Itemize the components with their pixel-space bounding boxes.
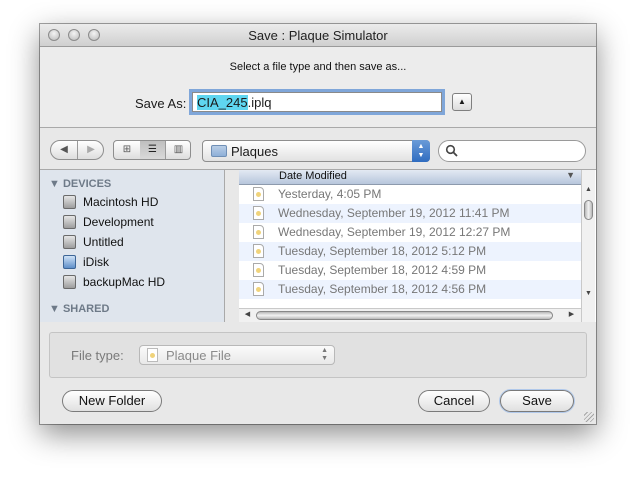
hard-drive-icon xyxy=(63,275,76,289)
file-type-box: File type: Plaque File ▲ ▼ xyxy=(49,332,587,378)
list-view-button[interactable]: ☰ xyxy=(140,141,166,159)
column-view-button[interactable]: ▥ xyxy=(166,141,190,159)
list-item[interactable]: Yesterday, 4:05 PM xyxy=(239,185,581,204)
list-item[interactable]: Tuesday, September 18, 2012 4:56 PM xyxy=(239,280,581,299)
sidebar-scrollbar[interactable]: ▲ ▼ xyxy=(224,170,225,322)
list-item-date: Tuesday, September 18, 2012 5:12 PM xyxy=(278,244,487,258)
collapse-panel-button[interactable]: ▲ xyxy=(452,93,472,111)
list-vertical-scroll-thumb[interactable] xyxy=(584,200,593,220)
title-bar: Save : Plaque Simulator xyxy=(40,24,596,47)
hard-drive-icon xyxy=(63,235,76,249)
forward-arrow-icon: ▶ xyxy=(87,144,95,155)
popup-arrows-icon: ▲ ▼ xyxy=(321,347,328,362)
columns-icon: ▥ xyxy=(173,144,184,155)
devices-header[interactable]: ▼ DEVICES xyxy=(49,178,111,190)
cancel-button[interactable]: Cancel xyxy=(418,390,490,412)
plaque-file-icon xyxy=(147,348,158,362)
browser-toolbar: ◀ ▶ ⊞ ☰ ▥ Plaques ▲ ▼ xyxy=(40,128,596,164)
back-arrow-icon: ◀ xyxy=(60,144,68,155)
list-icon: ☰ xyxy=(148,144,157,155)
list-item-date: Tuesday, September 18, 2012 4:59 PM xyxy=(278,263,487,277)
filename-selected-text: CIA_245 xyxy=(197,95,248,110)
shared-header[interactable]: ▼ SHARED xyxy=(49,303,109,315)
scroll-up-arrow-icon[interactable]: ▲ xyxy=(582,186,595,193)
shared-header-label: SHARED xyxy=(62,303,110,315)
new-folder-button[interactable]: New Folder xyxy=(62,390,162,412)
folder-icon xyxy=(211,145,227,157)
save-as-pane: Select a file type and then save as... S… xyxy=(40,47,596,128)
sidebar-item-label: Development xyxy=(83,215,154,229)
sidebar-item-label: backupMac HD xyxy=(83,275,166,289)
hard-drive-icon xyxy=(63,215,76,229)
sidebar-item-label: Untitled xyxy=(83,235,124,249)
file-type-popup[interactable]: Plaque File ▲ ▼ xyxy=(139,345,335,365)
date-modified-column-header[interactable]: Date Modified xyxy=(279,170,347,182)
instruction-text: Select a file type and then save as... xyxy=(229,61,407,73)
location-label: Plaques xyxy=(231,144,278,159)
list-item[interactable]: Tuesday, September 18, 2012 4:59 PM xyxy=(239,261,581,280)
search-field[interactable] xyxy=(438,140,586,162)
sidebar: ▼ DEVICES Macintosh HD Development Untit… xyxy=(40,170,225,322)
scroll-left-arrow-icon[interactable]: ◀ xyxy=(241,310,254,318)
resize-grip-icon[interactable] xyxy=(584,412,594,422)
location-popup[interactable]: Plaques ▲ ▼ xyxy=(202,140,430,162)
filename-field[interactable]: CIA_245.iplq xyxy=(192,92,442,112)
list-item[interactable]: Tuesday, September 18, 2012 5:12 PM xyxy=(239,242,581,261)
idisk-icon xyxy=(63,255,76,269)
list-item-date: Yesterday, 4:05 PM xyxy=(278,187,382,201)
sort-chevron-icon: ▼ xyxy=(566,170,575,180)
search-icon xyxy=(445,144,458,157)
save-dialog: Save : Plaque Simulator Select a file ty… xyxy=(40,24,596,424)
list-item-date: Wednesday, September 19, 2012 12:27 PM xyxy=(278,225,511,239)
list-horizontal-scrollbar[interactable]: ◀ ▶ xyxy=(239,308,581,322)
triangle-up-icon: ▲ xyxy=(458,97,466,106)
icon-view-button[interactable]: ⊞ xyxy=(114,141,141,159)
list-item-date: Wednesday, September 19, 2012 11:41 PM xyxy=(278,206,510,220)
filename-extension: .iplq xyxy=(247,95,272,110)
forward-button[interactable]: ▶ xyxy=(78,141,103,159)
plaque-file-icon xyxy=(253,244,264,258)
window-title: Save : Plaque Simulator xyxy=(248,28,388,43)
scroll-down-arrow-icon[interactable]: ▼ xyxy=(582,290,595,297)
plaque-file-icon xyxy=(253,263,264,277)
popup-arrows-icon: ▲ ▼ xyxy=(412,140,430,162)
grid-icon: ⊞ xyxy=(122,144,132,155)
list-vertical-scrollbar[interactable]: ▲ ▼ xyxy=(581,170,595,322)
list-item-date: Tuesday, September 18, 2012 4:56 PM xyxy=(278,282,487,296)
list-header: Date Modified ▼ xyxy=(239,170,581,185)
save-as-label: Save As: xyxy=(135,96,187,111)
file-browser: ▼ DEVICES Macintosh HD Development Untit… xyxy=(40,169,596,322)
plaque-file-icon xyxy=(253,206,264,220)
view-mode-control: ⊞ ☰ ▥ xyxy=(113,140,191,160)
sidebar-item-label: Macintosh HD xyxy=(83,195,159,209)
sidebar-item-label: iDisk xyxy=(83,255,109,269)
scroll-right-arrow-icon[interactable]: ▶ xyxy=(565,310,578,318)
file-type-value: Plaque File xyxy=(166,348,232,363)
list-horizontal-scroll-thumb[interactable] xyxy=(256,311,553,320)
plaque-file-icon xyxy=(253,225,264,239)
file-type-label: File type: xyxy=(71,348,124,363)
devices-header-label: DEVICES xyxy=(62,178,112,190)
list-item[interactable]: Wednesday, September 19, 2012 12:27 PM xyxy=(239,223,581,242)
hard-drive-icon xyxy=(63,195,76,209)
save-button[interactable]: Save xyxy=(500,390,574,412)
file-list: Date Modified ▼ Yesterday, 4:05 PM Wedne… xyxy=(239,170,596,322)
back-forward-control: ◀ ▶ xyxy=(50,140,104,160)
plaque-file-icon xyxy=(253,282,264,296)
list-item[interactable]: Wednesday, September 19, 2012 11:41 PM xyxy=(239,204,581,223)
plaque-file-icon xyxy=(253,187,264,201)
back-button[interactable]: ◀ xyxy=(51,141,78,159)
